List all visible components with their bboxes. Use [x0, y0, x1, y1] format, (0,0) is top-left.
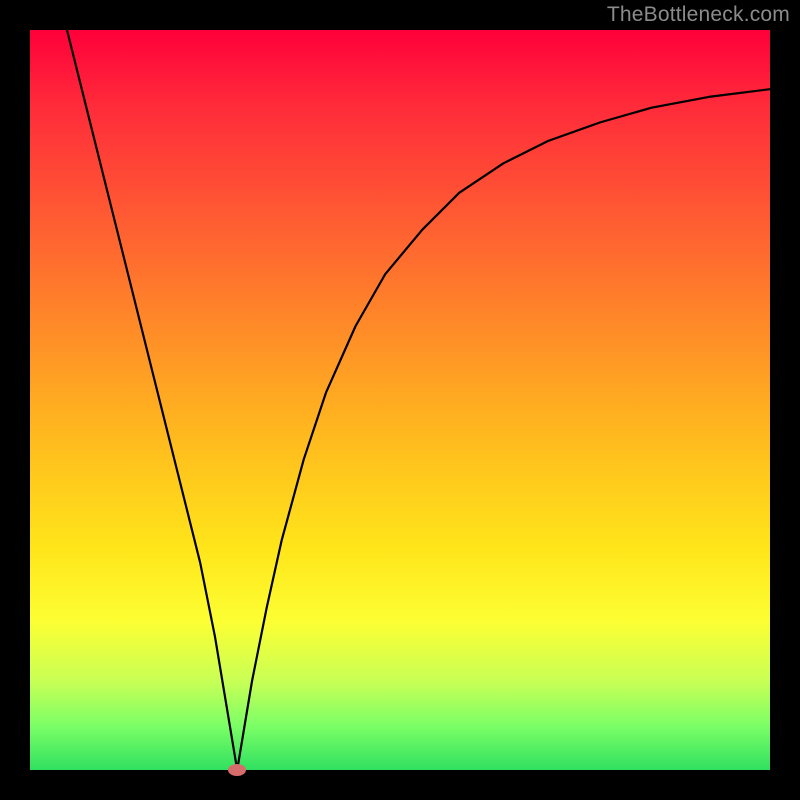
minimum-marker [228, 764, 246, 776]
plot-area [30, 30, 770, 770]
bottleneck-curve [30, 30, 770, 770]
chart-frame: TheBottleneck.com [0, 0, 800, 800]
watermark-text: TheBottleneck.com [607, 3, 790, 27]
